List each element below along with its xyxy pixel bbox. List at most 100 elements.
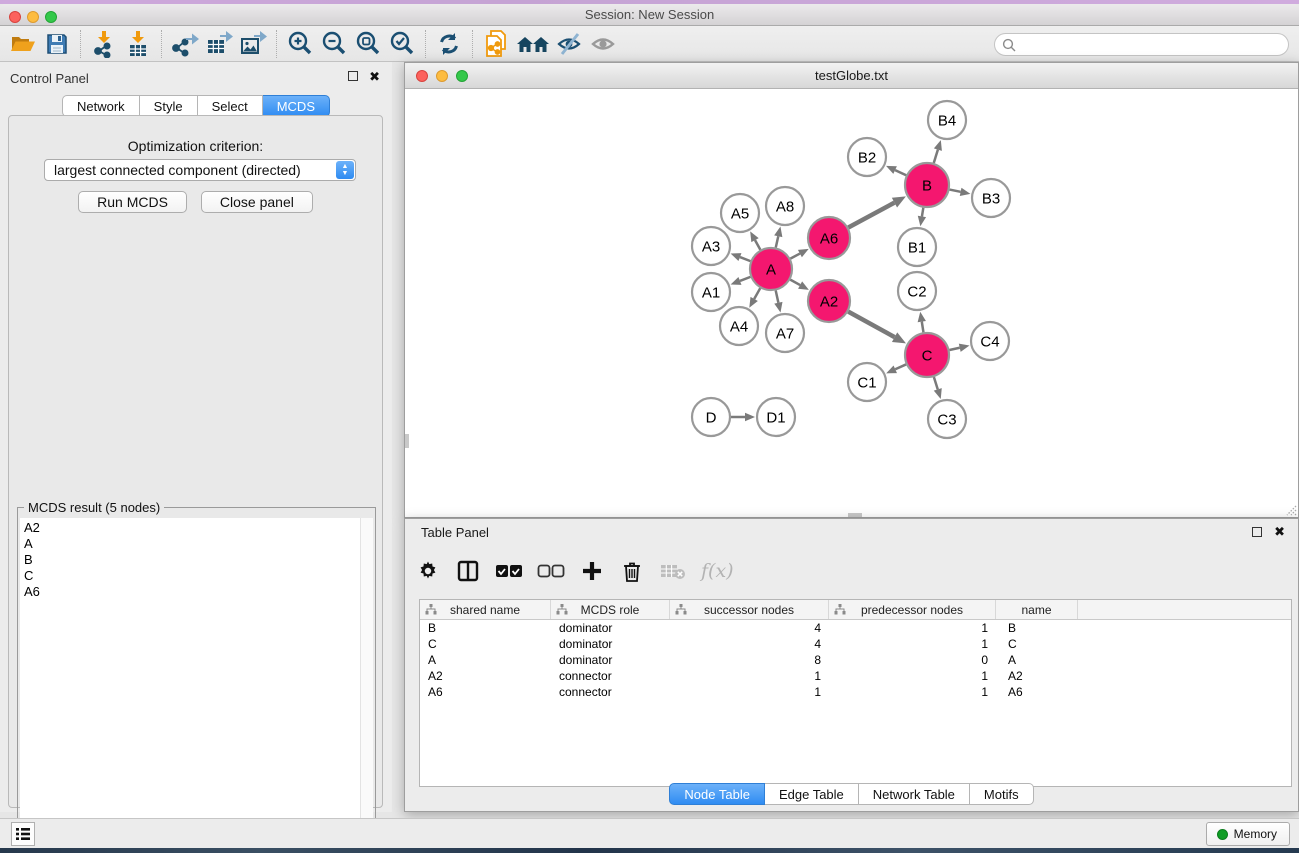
cell-successor-nodes: 8 [670,653,829,667]
zoom-fit-button[interactable] [351,29,385,59]
table-header-row: shared nameMCDS rolesuccessor nodesprede… [420,600,1291,620]
mcds-result-item[interactable]: A6 [24,584,360,600]
graph-node-label-A1: A1 [702,284,720,301]
edge-C-C2[interactable] [922,322,924,333]
tab-style[interactable]: Style [140,95,198,117]
edge-A-A8[interactable] [776,236,779,247]
edge-A-A6[interactable] [790,254,799,259]
new-network-from-selection-button[interactable] [479,29,513,59]
search-input[interactable] [994,33,1289,56]
zoom-selected-button[interactable] [385,29,419,59]
tab-network[interactable]: Network [62,95,140,117]
import-network-button[interactable] [87,29,121,59]
column-header-shared-name[interactable]: shared name [420,600,551,619]
edge-A-A4[interactable] [754,288,760,299]
task-history-button[interactable] [11,822,35,846]
save-session-button[interactable] [40,29,74,59]
optimization-criterion-select[interactable]: largest connected component (directed) ▲… [44,159,356,181]
edge-B-B2[interactable] [895,170,906,175]
import-table-button[interactable] [121,29,155,59]
edge-A-A7[interactable] [776,290,779,302]
close-panel-button[interactable]: Close panel [201,191,313,213]
unchecked-boxes-icon [537,564,565,578]
memory-button[interactable]: Memory [1206,822,1290,846]
table-row[interactable]: Bdominator41B [420,620,1291,636]
edge-C-C1[interactable] [895,364,906,369]
table-row[interactable]: A2connector11A2 [420,668,1291,684]
zoom-out-button[interactable] [317,29,351,59]
column-selector-button[interactable] [455,557,481,585]
new-column-button[interactable] [579,557,605,585]
run-mcds-button[interactable]: Run MCDS [78,191,187,213]
column-header-predecessor-nodes[interactable]: predecessor nodes [829,600,996,619]
tab-select[interactable]: Select [198,95,263,117]
edge-C-C4[interactable] [949,348,959,350]
open-session-button[interactable] [6,29,40,59]
hide-selected-button[interactable] [553,29,587,59]
edge-A-A3[interactable] [740,257,751,261]
edge-A2-C[interactable] [848,312,894,338]
hierarchy-icon [834,604,846,615]
table-row[interactable]: A6connector11A6 [420,684,1291,700]
toolbar-separator [161,30,162,58]
network-window-titlebar[interactable]: testGlobe.txt [405,63,1298,89]
horizontal-scroll-stub[interactable] [848,513,862,517]
graph-node-label-A5: A5 [731,205,749,222]
edge-B-B4[interactable] [934,150,938,163]
edge-A-A2[interactable] [790,280,800,285]
cell-shared-name: B [420,621,551,635]
node-table[interactable]: shared nameMCDS rolesuccessor nodesprede… [419,599,1292,787]
table-row[interactable]: Cdominator41C [420,636,1291,652]
zoom-out-icon [320,30,348,58]
close-panel-icon[interactable]: ✖ [369,70,380,84]
export-network-button[interactable] [168,29,202,59]
export-image-button[interactable] [236,29,270,59]
mcds-result-item[interactable]: B [24,552,360,568]
graph-node-label-D: D [706,409,717,426]
tab-network-table[interactable]: Network Table [859,783,970,805]
tab-motifs[interactable]: Motifs [970,783,1034,805]
tab-edge-table[interactable]: Edge Table [765,783,859,805]
mcds-result-item[interactable]: A [24,536,360,552]
main-titlebar: Session: New Session [0,4,1299,26]
cell-predecessor-nodes: 1 [829,637,996,651]
export-table-button[interactable] [202,29,236,59]
edge-A-A1[interactable] [740,277,751,281]
tab-node-table[interactable]: Node Table [669,783,765,805]
edge-arrowhead-C-C2 [918,312,926,323]
deselect-all-button[interactable] [537,557,565,585]
resize-grip[interactable] [1283,502,1297,516]
mcds-result-scrollbar[interactable] [360,518,373,842]
cell-predecessor-nodes: 0 [829,653,996,667]
zoom-in-button[interactable] [283,29,317,59]
first-neighbors-button[interactable] [513,29,553,59]
mcds-result-item[interactable]: A2 [24,520,360,536]
table-toolbar: f(x) [415,551,734,591]
edge-B-B1[interactable] [922,208,923,217]
edge-C-C3[interactable] [934,377,938,389]
close-panel-icon[interactable]: ✖ [1274,525,1285,539]
float-panel-icon[interactable] [348,70,358,84]
edge-A-A5[interactable] [755,240,760,250]
mcds-result-list[interactable]: A2ABCA6 [20,518,360,842]
delete-column-button[interactable] [619,557,645,585]
mcds-result-item[interactable]: C [24,568,360,584]
vertical-scroll-stub[interactable] [405,434,409,448]
tab-mcds[interactable]: MCDS [263,95,330,117]
network-canvas[interactable]: B4B2BB3A5A8A6B1A3AA1C2A2A4A7C4CC1DD1C3 [405,89,1298,517]
column-header-name[interactable]: name [996,600,1078,619]
table-row[interactable]: Adominator80A [420,652,1291,668]
float-panel-icon[interactable] [1252,526,1262,540]
show-all-button[interactable] [587,29,621,59]
table-panel-title: Table Panel [405,525,1298,540]
main-toolbar [0,26,1299,62]
column-header-MCDS-role[interactable]: MCDS role [551,600,670,619]
edge-B-B3[interactable] [950,190,961,192]
select-all-button[interactable] [495,557,523,585]
column-header-successor-nodes[interactable]: successor nodes [670,600,829,619]
edge-A6-B[interactable] [848,203,894,228]
graph-node-label-B2: B2 [858,149,876,166]
export-image-icon [238,30,268,58]
table-mode-button[interactable] [415,557,441,585]
refresh-button[interactable] [432,29,466,59]
